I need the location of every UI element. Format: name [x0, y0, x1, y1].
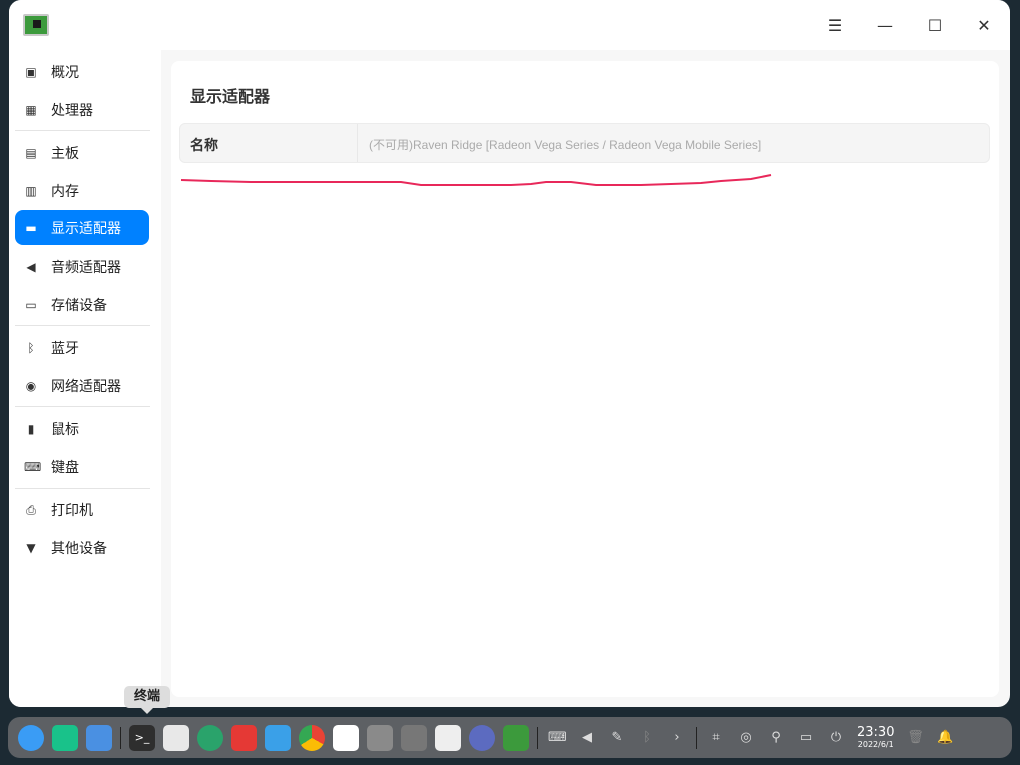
sidebar-item-keyboard[interactable]: ⌨ 键盘: [15, 449, 149, 484]
search-icon[interactable]: ⚲: [767, 729, 785, 747]
divider: [15, 130, 150, 131]
storage-icon: ▭: [25, 297, 37, 312]
sidebar-item-label: 其他设备: [51, 540, 107, 557]
printer-icon: ⎙: [26, 502, 36, 517]
cpu-icon: ▦: [25, 102, 37, 117]
monitor-icon: ▣: [25, 64, 37, 79]
trash-icon[interactable]: 🗑: [906, 729, 924, 747]
onscreen-keyboard-icon[interactable]: ▭: [797, 729, 815, 747]
archive-manager-icon[interactable]: [367, 724, 393, 751]
tooltip-terminal: 终端: [124, 686, 170, 714]
sidebar-item-other-devices[interactable]: ▼ 其他设备: [15, 530, 149, 565]
calendar-icon[interactable]: [333, 724, 359, 751]
chevron-right-icon[interactable]: ›: [668, 729, 686, 747]
text-editor-icon[interactable]: [435, 724, 461, 751]
speaker-icon: ◀: [26, 259, 36, 274]
detail-panel: 显示适配器 名称 (不可用)Raven Ridge [Radeon Vega S…: [171, 61, 999, 697]
divider: [15, 488, 150, 489]
red-underline-annotation: [180, 174, 772, 186]
keyboard-layout-icon[interactable]: ⌨: [548, 729, 567, 747]
display-adapter-icon: ▬: [25, 220, 37, 235]
sidebar-item-bluetooth[interactable]: ᛒ 蓝牙: [15, 330, 149, 365]
motherboard-icon: ▤: [25, 145, 37, 160]
launcher-icon[interactable]: [18, 724, 44, 751]
sidebar-item-label: 蓝牙: [51, 340, 79, 357]
sidebar-item-network[interactable]: ◉ 网络适配器: [15, 368, 149, 403]
app-logo-icon: [23, 14, 49, 36]
image-viewer-icon[interactable]: [265, 724, 291, 751]
sidebar-item-motherboard[interactable]: ▤ 主板: [15, 135, 149, 170]
bluetooth-icon: ᛒ: [27, 340, 35, 355]
maximize-button[interactable]: ☐: [921, 12, 949, 40]
notification-bell-icon[interactable]: 🔔: [936, 729, 954, 747]
network-icon: ◉: [25, 378, 37, 393]
sidebar-item-cpu[interactable]: ▦ 处理器: [15, 92, 149, 127]
mouse-icon: ▮: [27, 421, 35, 436]
sidebar-item-label: 鼠标: [51, 421, 79, 438]
sidebar-item-label: 主板: [51, 145, 79, 162]
sidebar-item-label: 键盘: [51, 459, 79, 476]
sidebar-item-label: 显示适配器: [51, 220, 121, 237]
sidebar-item-label: 处理器: [51, 102, 93, 119]
sidebar-item-label: 音频适配器: [51, 259, 121, 276]
multitask-view-icon[interactable]: [52, 724, 78, 751]
sidebar-item-label: 网络适配器: [51, 378, 121, 395]
chrome-icon[interactable]: [299, 724, 325, 751]
power-icon[interactable]: ⏻: [827, 729, 845, 747]
pen-icon[interactable]: ✎: [608, 729, 626, 747]
terminal-icon[interactable]: >_: [129, 724, 155, 751]
sidebar: ▣ 概况 ▦ 处理器 ▤ 主板 ▥ 内存 ▬ 显示适配器 ◀ 音频适配器 ▭ 存储设备 ᛒ 蓝牙…: [9, 50, 161, 707]
sidebar-item-storage[interactable]: ▭ 存储设备: [15, 287, 149, 322]
device-manager-icon[interactable]: [503, 724, 529, 751]
sidebar-item-label: 内存: [51, 183, 79, 200]
taskbar-dock: >_ ⌨ ◀ ✎ ᛒ › ⌗ ◎ ⚲ ▭ ⏻ 23:30 2022/6/1 🗑 🔔: [8, 717, 1012, 758]
sidebar-item-label: 存储设备: [51, 297, 107, 314]
sidebar-item-display-adapter[interactable]: ▬ 显示适配器: [15, 210, 149, 245]
keyboard-icon: ⌨: [24, 459, 42, 474]
menu-button[interactable]: ☰: [821, 12, 849, 40]
divider: [15, 406, 150, 407]
sidebar-item-printer[interactable]: ⎙ 打印机: [15, 492, 149, 527]
device-manager-tool-icon[interactable]: [197, 724, 223, 751]
sidebar-item-audio-adapter[interactable]: ◀ 音频适配器: [15, 249, 149, 284]
minimize-button[interactable]: —: [871, 12, 899, 40]
memory-icon: ▥: [25, 183, 37, 198]
bluetooth-tray-icon[interactable]: ᛒ: [638, 729, 656, 747]
sidebar-item-label: 概况: [51, 64, 79, 81]
volume-icon[interactable]: ◀: [578, 729, 596, 747]
screen-recorder-icon[interactable]: [231, 724, 257, 751]
calculator-icon[interactable]: [401, 724, 427, 751]
close-button[interactable]: ✕: [970, 12, 998, 40]
title-bar: ☰ — ☐ ✕: [9, 0, 1010, 50]
sidebar-item-mouse[interactable]: ▮ 鼠标: [15, 411, 149, 446]
other-device-icon: ▼: [26, 540, 36, 555]
sidebar-item-overview[interactable]: ▣ 概况: [15, 54, 149, 89]
sidebar-item-label: 打印机: [51, 502, 93, 519]
device-manager-window: ☰ — ☐ ✕ ▣ 概况 ▦ 处理器 ▤ 主板 ▥ 内存 ▬ 显示适配器 ◀ 音频适配器 ▭…: [9, 0, 1010, 707]
workspace-icon[interactable]: [86, 724, 112, 751]
screenshot-icon[interactable]: ⌗: [707, 729, 725, 747]
app-store-icon[interactable]: [163, 724, 189, 751]
divider: [15, 325, 150, 326]
system-monitor-icon[interactable]: ◎: [737, 729, 755, 747]
sidebar-item-memory[interactable]: ▥ 内存: [15, 173, 149, 208]
music-icon[interactable]: [469, 724, 495, 751]
clock[interactable]: 23:30 2022/6/1: [857, 725, 894, 750]
